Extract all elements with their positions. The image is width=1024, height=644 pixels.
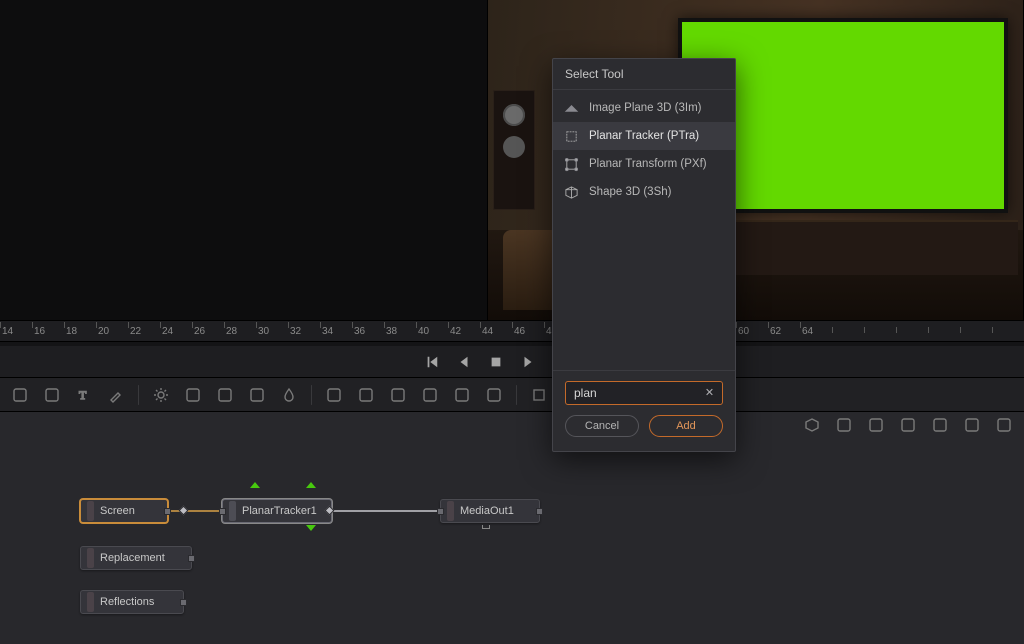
- node-label: Replacement: [100, 552, 165, 564]
- tool-item[interactable]: Planar Transform (PXf): [553, 150, 735, 178]
- tool-item-label: Image Plane 3D (3Im): [589, 102, 702, 114]
- shape3d-icon: [563, 184, 579, 200]
- brightness-icon[interactable]: [147, 383, 175, 407]
- ruler-tick[interactable]: 42: [448, 326, 480, 337]
- plane3d-icon: [563, 100, 579, 116]
- mask-port-icon: [482, 525, 490, 529]
- node-label: MediaOut1: [460, 505, 514, 517]
- view-marker-icon: [306, 482, 316, 488]
- ruler-tick[interactable]: 44: [480, 326, 512, 337]
- tool-item[interactable]: Image Plane 3D (3Im): [553, 94, 735, 122]
- node-label: PlanarTracker1: [242, 505, 317, 517]
- ruler-tick[interactable]: 60: [736, 326, 768, 337]
- cloud-icon[interactable]: [990, 413, 1018, 437]
- tool-item-label: Shape 3D (3Sh): [589, 186, 671, 198]
- separator: [516, 385, 517, 405]
- play-button[interactable]: [519, 353, 537, 371]
- brush-icon[interactable]: [102, 383, 130, 407]
- svg-text:T: T: [79, 388, 87, 402]
- dialog-title: Select Tool: [553, 59, 735, 90]
- clear-search-icon[interactable]: ✕: [702, 385, 717, 400]
- ruler-tick[interactable]: 28: [224, 326, 256, 337]
- ruler-tick[interactable]: 16: [32, 326, 64, 337]
- view-marker-icon: [250, 482, 260, 488]
- separator: [138, 385, 139, 405]
- ruler-tick[interactable]: 38: [384, 326, 416, 337]
- ruler-tick[interactable]: 24: [160, 326, 192, 337]
- ruler-tick[interactable]: 26: [192, 326, 224, 337]
- ruler-tick[interactable]: 18: [64, 326, 96, 337]
- ruler-tick[interactable]: 40: [416, 326, 448, 337]
- ruler-tick[interactable]: 14: [0, 326, 32, 337]
- search-input[interactable]: [565, 381, 723, 405]
- cube3-icon[interactable]: [926, 413, 954, 437]
- wand2-icon[interactable]: [211, 383, 239, 407]
- separator: [311, 385, 312, 405]
- marquee-icon[interactable]: [6, 383, 34, 407]
- tool-item[interactable]: Shape 3D (3Sh): [553, 178, 735, 206]
- viewer-left[interactable]: [0, 0, 488, 320]
- stop-button[interactable]: [487, 353, 505, 371]
- text-icon[interactable]: T: [70, 383, 98, 407]
- ruler-tick[interactable]: 46: [512, 326, 544, 337]
- ruler-tick[interactable]: 20: [96, 326, 128, 337]
- node-planar-tracker[interactable]: PlanarTracker1: [222, 499, 332, 523]
- shade-icon[interactable]: [958, 413, 986, 437]
- ruler-tick[interactable]: 62: [768, 326, 800, 337]
- layers2-icon[interactable]: [352, 383, 380, 407]
- view-marker-icon: [306, 525, 316, 531]
- planar-icon: [563, 128, 579, 144]
- mask-ellipse-icon[interactable]: [416, 383, 444, 407]
- ruler-tick[interactable]: 36: [352, 326, 384, 337]
- mask-bspline-icon[interactable]: [480, 383, 508, 407]
- node-label: Reflections: [100, 596, 154, 608]
- step-back-button[interactable]: [455, 353, 473, 371]
- add-button[interactable]: Add: [649, 415, 723, 437]
- node-label: Screen: [100, 505, 135, 517]
- ruler-tick[interactable]: 64: [800, 326, 832, 337]
- drop-icon[interactable]: [275, 383, 303, 407]
- cube-icon[interactable]: [798, 413, 826, 437]
- ruler-tick[interactable]: 22: [128, 326, 160, 337]
- port-in[interactable]: [219, 508, 226, 515]
- port-out[interactable]: [536, 508, 543, 515]
- tool-list: Image Plane 3D (3Im) Planar Tracker (PTra…: [553, 90, 735, 210]
- port-out[interactable]: [164, 508, 171, 515]
- ruler-tick[interactable]: 30: [256, 326, 288, 337]
- ruler-tick[interactable]: 34: [320, 326, 352, 337]
- viewer-area: [0, 0, 1024, 320]
- tool-item[interactable]: Planar Tracker (PTra): [553, 122, 735, 150]
- node-media-out[interactable]: MediaOut1: [440, 499, 540, 523]
- effects-icon[interactable]: [38, 383, 66, 407]
- text3d-icon[interactable]: [862, 413, 890, 437]
- node-reflections[interactable]: Reflections: [80, 590, 184, 614]
- go-first-button[interactable]: [423, 353, 441, 371]
- connection-port[interactable]: [179, 506, 189, 516]
- node-flow[interactable]: Screen PlanarTracker1 MediaOut1 Replacem…: [0, 412, 1024, 644]
- select-tool-dialog: Select Tool Image Plane 3D (3Im) Planar T…: [552, 58, 736, 452]
- sphere-icon[interactable]: [894, 413, 922, 437]
- mask-poly-icon[interactable]: [448, 383, 476, 407]
- transform-icon: [563, 156, 579, 172]
- port-out[interactable]: [188, 555, 195, 562]
- toolbar: T: [0, 378, 1024, 412]
- ruler-tick[interactable]: 32: [288, 326, 320, 337]
- cube2-icon[interactable]: [830, 413, 858, 437]
- timeline-ruler[interactable]: 1416182022242628303234363840424446485052…: [0, 320, 1024, 342]
- color-icon[interactable]: [243, 383, 271, 407]
- port-out[interactable]: [180, 599, 187, 606]
- tool-item-label: Planar Transform (PXf): [589, 158, 707, 170]
- cancel-button[interactable]: Cancel: [565, 415, 639, 437]
- node-replacement[interactable]: Replacement: [80, 546, 192, 570]
- port-in[interactable]: [437, 508, 444, 515]
- wand-icon[interactable]: [179, 383, 207, 407]
- crop-icon[interactable]: [525, 383, 553, 407]
- node-screen[interactable]: Screen: [80, 499, 168, 523]
- transport-controls: [0, 346, 1024, 378]
- layers-icon[interactable]: [320, 383, 348, 407]
- tool-item-label: Planar Tracker (PTra): [589, 130, 699, 142]
- mask-rect-icon[interactable]: [384, 383, 412, 407]
